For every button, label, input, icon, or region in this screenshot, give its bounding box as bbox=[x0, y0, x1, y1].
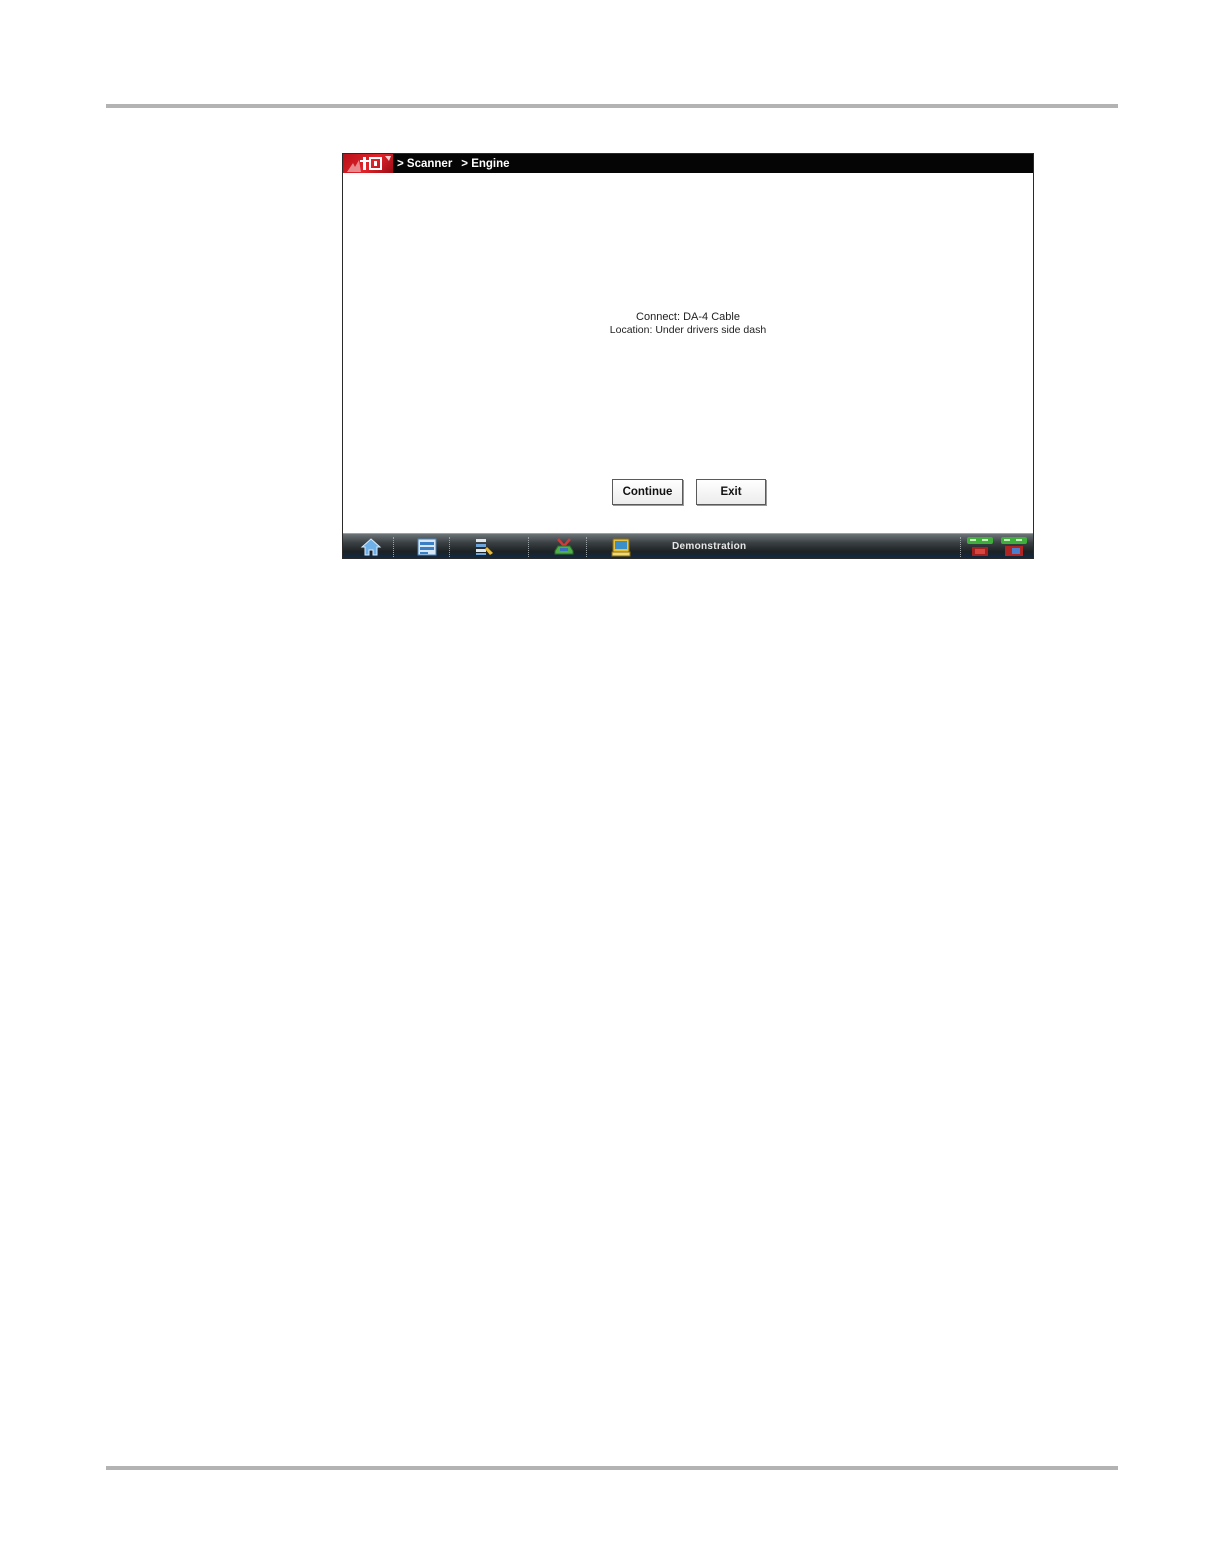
data-list-icon[interactable] bbox=[473, 537, 495, 557]
toolbar-divider bbox=[586, 537, 588, 557]
toolbar-divider bbox=[393, 537, 395, 557]
scanner-screen: > Scanner > Engine Connect: DA-4 Cable L… bbox=[342, 153, 1034, 559]
scanner-icon[interactable] bbox=[416, 537, 438, 557]
page-header-rule bbox=[106, 104, 1118, 108]
exit-button[interactable]: Exit bbox=[696, 479, 766, 505]
breadcrumb-scanner[interactable]: > Scanner bbox=[397, 158, 452, 170]
breadcrumb-engine[interactable]: > Engine bbox=[461, 158, 509, 170]
logo-icon bbox=[347, 156, 391, 172]
home-icon[interactable] bbox=[360, 537, 382, 557]
toolbar-divider bbox=[960, 537, 962, 557]
mode-status: Demonstration bbox=[672, 541, 747, 552]
breadcrumb: > Scanner > Engine bbox=[397, 158, 519, 170]
connection-message: Connect: DA-4 Cable Location: Under driv… bbox=[343, 311, 1033, 336]
connect-instruction: Connect: DA-4 Cable bbox=[636, 311, 740, 323]
title-bar: > Scanner > Engine bbox=[343, 154, 1033, 173]
toolbar-divider bbox=[528, 537, 530, 557]
page-footer-rule bbox=[106, 1466, 1118, 1470]
vehicle-icon[interactable] bbox=[553, 537, 575, 557]
continue-button[interactable]: Continue bbox=[612, 479, 683, 505]
brand-logo[interactable] bbox=[343, 154, 393, 173]
battery-status-icon[interactable] bbox=[1000, 536, 1028, 558]
toolbar-divider bbox=[449, 537, 451, 557]
tools-icon[interactable] bbox=[610, 537, 632, 557]
bottom-toolbar: Demonstration bbox=[343, 533, 1033, 558]
location-instruction: Location: Under drivers side dash bbox=[609, 323, 767, 336]
connection-status-icon[interactable] bbox=[966, 536, 994, 558]
